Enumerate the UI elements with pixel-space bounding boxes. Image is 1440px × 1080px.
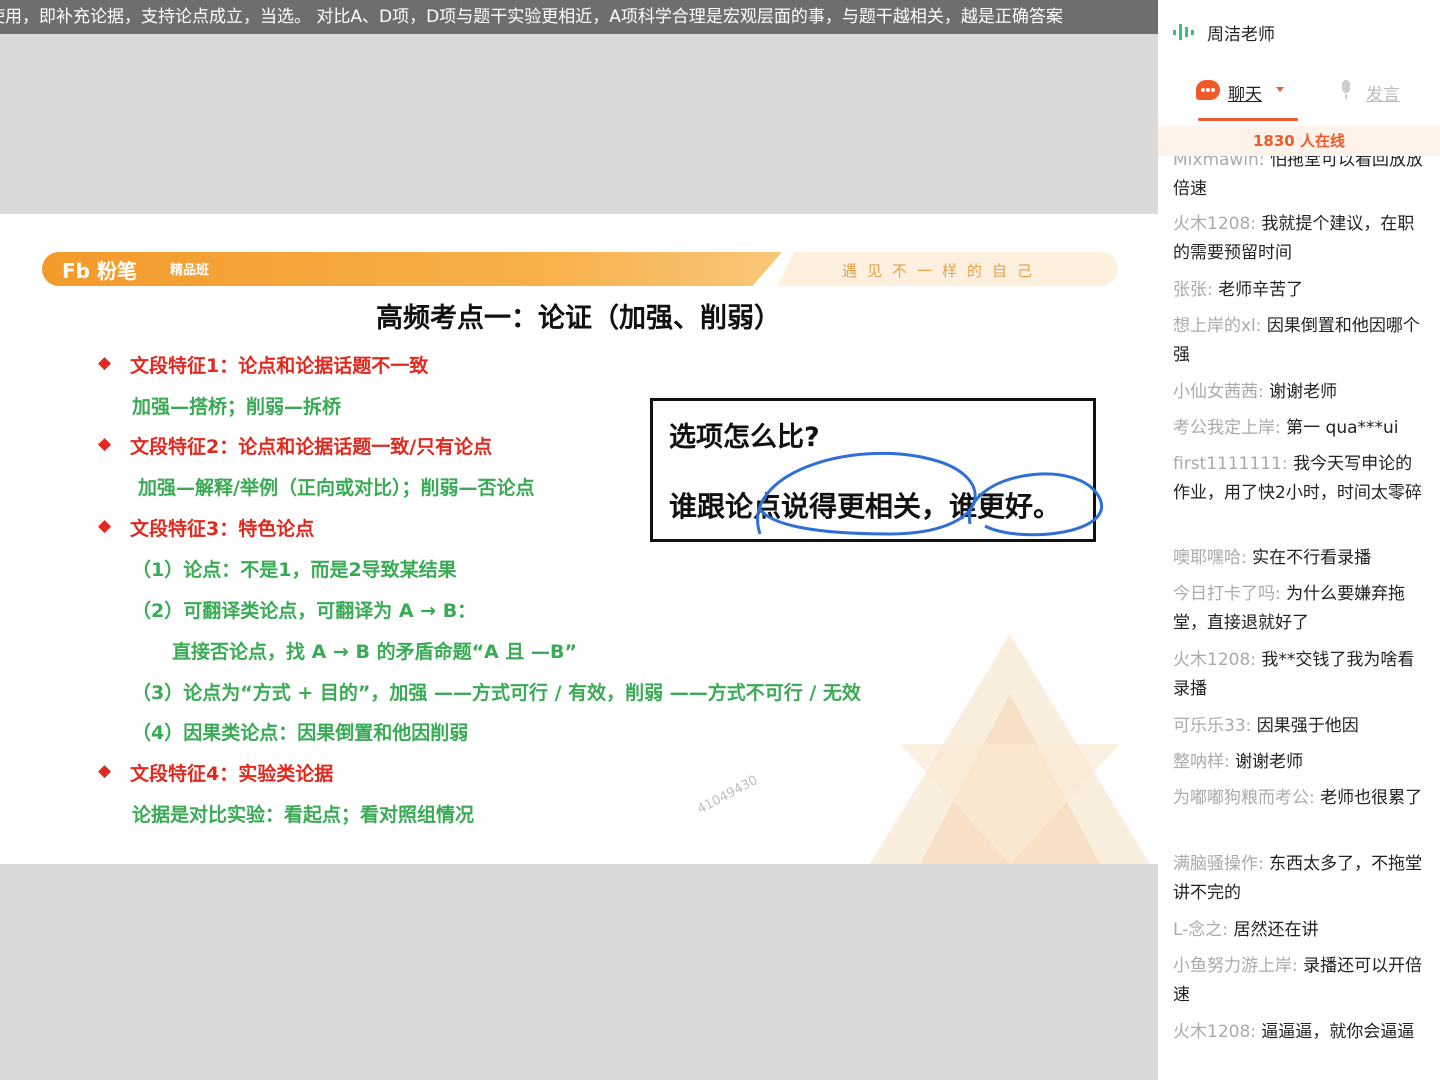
message-user: 整呐样: bbox=[1173, 752, 1230, 772]
chat-message: 可乐乐33: 因果强于他因 bbox=[1173, 712, 1428, 741]
chat-message: 噢耶嘿哈: 实在不行看录播 bbox=[1173, 544, 1428, 573]
teacher-header: 周洁老师 bbox=[1158, 0, 1440, 62]
pen-annotation-icon bbox=[756, 451, 1104, 537]
feature-line: （2）可翻译类论点，可翻译为 A → B： bbox=[132, 600, 477, 622]
panel-tabs: 聊天 发言 bbox=[1158, 70, 1440, 122]
message-user: 考公我定上岸: bbox=[1173, 418, 1281, 438]
message-text: 居然还在讲 bbox=[1233, 920, 1319, 940]
chat-message: 今日打卡了吗: 为什么要嫌弃拖堂，直接退就好了 bbox=[1173, 580, 1428, 638]
message-text: 第一 qua***ui bbox=[1286, 418, 1399, 438]
tab-speak[interactable]: 发言 bbox=[1338, 80, 1428, 114]
chat-bubble-icon bbox=[1196, 80, 1220, 100]
message-text: 老师也很累了 bbox=[1320, 788, 1423, 808]
tab-chat[interactable]: 聊天 bbox=[1196, 80, 1296, 114]
message-user: 想上岸的xl: bbox=[1173, 316, 1262, 336]
feature-line: 文段特征3：特色论点 bbox=[130, 518, 315, 540]
message-text: 谢谢老师 bbox=[1235, 752, 1304, 772]
chat-message: 为嘟嘟狗粮而考公: 老师也很累了 bbox=[1173, 784, 1428, 813]
message-user: 小仙女茜茜: bbox=[1173, 382, 1264, 402]
feature-line: （1）论点：不是1，而是2导致某结果 bbox=[132, 559, 457, 581]
message-user: 为嘟嘟狗粮而考公: bbox=[1173, 788, 1315, 808]
diamond-bullet-icon: ◆ bbox=[98, 761, 112, 781]
chevron-down-icon[interactable] bbox=[1276, 87, 1284, 92]
chat-message: 张张: 老师辛苦了 bbox=[1173, 276, 1428, 305]
tab-chat-label: 聊天 bbox=[1228, 85, 1262, 105]
feature-line: 加强—搭桥；削弱—拆桥 bbox=[132, 396, 342, 418]
slide: Fb 粉笔 精品班 遇见不一样的自己 高频考点一：论证（加强、削弱） ◆ 文段特… bbox=[0, 214, 1158, 864]
diamond-bullet-icon: ◆ bbox=[98, 516, 112, 536]
chat-message-list[interactable]: Mixmawin: 怕拖堂可以看回放放倍速 火木1208: 我就提个建议，在职的… bbox=[1158, 146, 1440, 1080]
feature-line: 文段特征1：论点和论据话题不一致 bbox=[130, 355, 429, 377]
message-user: 火木1208: bbox=[1173, 1022, 1256, 1042]
feature-line: 加强—解释/举例（正向或对比）；削弱—否论点 bbox=[138, 477, 535, 499]
chat-message: 考公我定上岸: 第一 qua***ui bbox=[1173, 414, 1428, 443]
chat-message: L-念之: 居然还在讲 bbox=[1173, 916, 1428, 945]
brand-name: 粉笔 bbox=[96, 259, 137, 283]
message-user: 小鱼努力游上岸: bbox=[1173, 956, 1298, 976]
microphone-icon bbox=[1342, 80, 1350, 99]
message-text: 谢谢老师 bbox=[1269, 382, 1338, 402]
feature-line: 论据是对比实验：看起点；看对照组情况 bbox=[132, 804, 475, 826]
message-user: 火木1208: bbox=[1173, 214, 1256, 234]
message-text: 老师辛苦了 bbox=[1218, 280, 1304, 300]
message-user: 噢耶嘿哈: bbox=[1173, 548, 1247, 568]
audio-wave-icon bbox=[1173, 24, 1194, 40]
message-user: 今日打卡了吗: bbox=[1173, 584, 1281, 604]
online-count-bar: 1830 人在线 bbox=[1158, 126, 1440, 156]
message-user: first1111111: bbox=[1173, 454, 1288, 474]
message-user: 火木1208: bbox=[1173, 650, 1256, 670]
slide-banner: Fb 粉笔 精品班 遇见不一样的自己 bbox=[42, 252, 1118, 286]
banner-left: Fb 粉笔 精品班 bbox=[42, 252, 782, 286]
chat-message: 火木1208: 逼逼逼，就你会逼逼 bbox=[1173, 1018, 1428, 1047]
decorative-emblem-icon bbox=[870, 634, 1150, 864]
feature-line: 文段特征4：实验类论据 bbox=[130, 763, 334, 785]
chat-message: 整呐样: 谢谢老师 bbox=[1173, 748, 1428, 777]
message-user: 可乐乐33: bbox=[1173, 716, 1252, 736]
active-tab-underline bbox=[1198, 118, 1298, 121]
subtitle-bar: 使用，即补充论据，支持论点成立，当选。 对比A、D项，D项与题干实验更相近，A项… bbox=[0, 0, 1158, 34]
logo-letters: Fb bbox=[62, 259, 90, 283]
slide-title: 高频考点一：论证（加强、削弱） bbox=[376, 303, 781, 334]
chat-message: 满脑骚操作: 东西太多了，不拖堂讲不完的 bbox=[1173, 850, 1428, 908]
feature-line: 文段特征2：论点和论据话题一致/只有论点 bbox=[130, 436, 493, 458]
chat-message: 小鱼努力游上岸: 录播还可以开倍速 bbox=[1173, 952, 1428, 1010]
diamond-bullet-icon: ◆ bbox=[98, 353, 112, 373]
message-user: 满脑骚操作: bbox=[1173, 854, 1264, 874]
stage-bottom-area bbox=[0, 864, 1158, 1080]
subtitle-text: 使用，即补充论据，支持论点成立，当选。 对比A、D项，D项与题干实验更相近，A项… bbox=[0, 7, 1063, 27]
stage-top-area bbox=[0, 34, 1158, 214]
chat-message: 小仙女茜茜: 谢谢老师 bbox=[1173, 378, 1428, 407]
chat-message: 火木1208: 我就提个建议，在职的需要预留时间 bbox=[1173, 210, 1428, 268]
message-text: 逼逼逼，就你会逼逼 bbox=[1261, 1022, 1415, 1042]
chat-panel: 周洁老师 聊天 发言 Mixmawin: 怕拖堂可以看回放放倍速 火木1208:… bbox=[1158, 0, 1440, 1080]
chat-message: 想上岸的xl: 因果倒置和他因哪个强 bbox=[1173, 312, 1428, 370]
class-label: 精品班 bbox=[170, 263, 210, 278]
teacher-name: 周洁老师 bbox=[1207, 25, 1275, 45]
tab-speak-label: 发言 bbox=[1366, 85, 1400, 105]
feature-line: （4）因果类论点：因果倒置和他因削弱 bbox=[132, 722, 469, 744]
chat-message: first1111111: 我今天写申论的作业，用了快2小时，时间太零碎 bbox=[1173, 450, 1428, 508]
chat-message: 火木1208: 我**交钱了我为啥看录播 bbox=[1173, 646, 1428, 704]
message-user: L-念之: bbox=[1173, 920, 1229, 940]
brand-logo: Fb 粉笔 bbox=[62, 255, 137, 284]
slogan: 遇见不一样的自己 bbox=[842, 262, 1043, 280]
message-user: 张张: bbox=[1173, 280, 1213, 300]
feature-line: （3）论点为“方式 + 目的”，加强 ——方式可行 / 有效，削弱 ——方式不可… bbox=[132, 682, 861, 704]
message-text: 因果强于他因 bbox=[1256, 716, 1359, 736]
diamond-bullet-icon: ◆ bbox=[98, 434, 112, 454]
message-text: 实在不行看录播 bbox=[1252, 548, 1372, 568]
feature-line: 直接否论点，找 A → B 的矛盾命题“A 且 —B” bbox=[172, 641, 577, 663]
watermark: 41049430 bbox=[695, 772, 761, 818]
